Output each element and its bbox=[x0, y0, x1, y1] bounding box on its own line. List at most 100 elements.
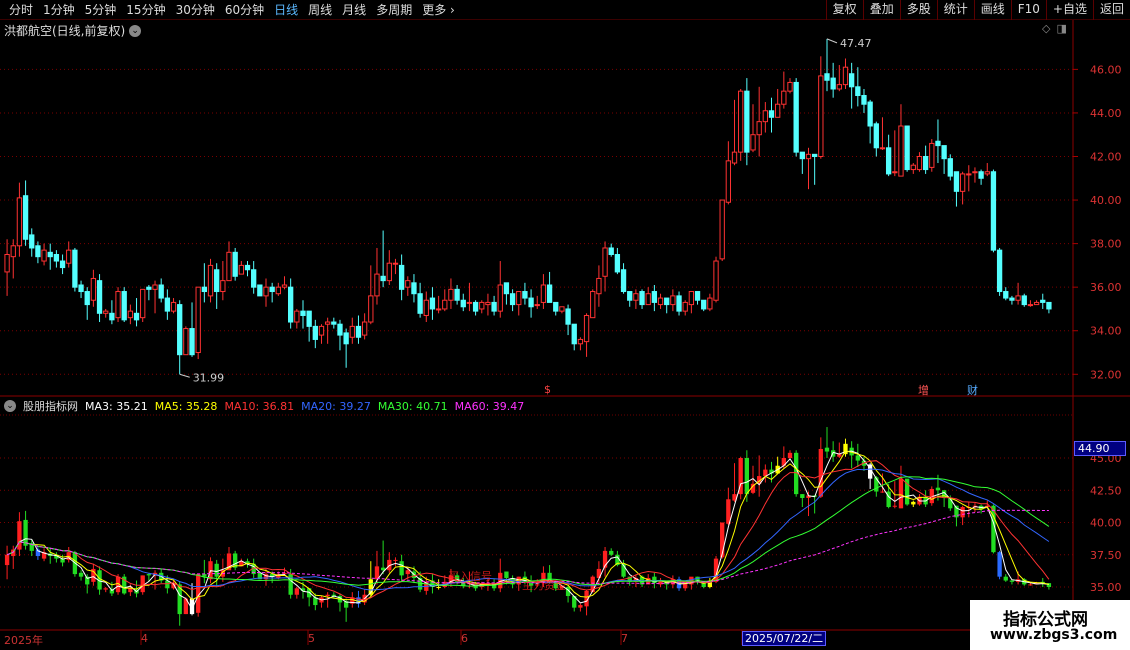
candle-body bbox=[559, 306, 565, 312]
candle-body bbox=[787, 81, 793, 92]
candle-body bbox=[966, 173, 972, 176]
candle-body bbox=[873, 123, 879, 149]
candle-body bbox=[460, 299, 466, 308]
candle-body bbox=[59, 260, 66, 269]
candle-body bbox=[941, 145, 947, 160]
candle-body bbox=[793, 81, 799, 153]
signal-text-1: 买入信号 bbox=[448, 570, 492, 583]
candle-body bbox=[306, 310, 312, 327]
price-tag: 44.90 bbox=[1074, 441, 1126, 456]
candle-body bbox=[836, 84, 842, 90]
ma-legend-1: MA5: 35.28 bbox=[154, 399, 218, 413]
indicator-body bbox=[294, 588, 299, 595]
candle-body bbox=[121, 291, 127, 321]
candle-body bbox=[892, 171, 898, 174]
candle-body bbox=[53, 254, 60, 262]
ma-legend-2: MA10: 36.81 bbox=[224, 399, 295, 413]
watermark-url: www.zbgs3.com bbox=[990, 627, 1118, 643]
candle-body bbox=[959, 173, 966, 192]
candle-body bbox=[177, 304, 183, 356]
candle-body bbox=[380, 275, 386, 282]
ma-legend-4: MA30: 40.71 bbox=[377, 399, 448, 413]
indicator-name: 股朋指标网 bbox=[23, 400, 78, 413]
candle-body bbox=[768, 110, 775, 118]
candle-body bbox=[164, 297, 171, 312]
candle-body bbox=[4, 254, 10, 273]
annotations: 47.47 31.99 bbox=[179, 37, 872, 384]
candle-body bbox=[337, 323, 343, 336]
candle-body bbox=[848, 73, 855, 88]
chevron-down-icon[interactable]: ⌄ bbox=[4, 400, 16, 412]
candle-body bbox=[509, 293, 516, 306]
candle-body bbox=[805, 153, 812, 160]
candle-body bbox=[405, 280, 411, 288]
candle-body bbox=[442, 299, 448, 310]
chart-grid bbox=[0, 20, 1130, 645]
candle-body bbox=[238, 264, 244, 275]
candle-body bbox=[491, 301, 497, 312]
dollar-marker[interactable]: $ bbox=[544, 383, 551, 396]
candle-body bbox=[855, 86, 861, 97]
candle-body bbox=[750, 134, 756, 151]
indicator-tick-label: 42.50 bbox=[1090, 484, 1122, 497]
candle-body bbox=[1003, 291, 1009, 299]
candle-body bbox=[29, 234, 35, 249]
indicator-body bbox=[800, 494, 805, 498]
candle-body bbox=[133, 312, 140, 321]
main-tick-label: 42.00 bbox=[1090, 150, 1122, 163]
zeng-marker[interactable]: 增 bbox=[918, 382, 929, 398]
indicator-body bbox=[103, 588, 108, 590]
candle-body bbox=[103, 310, 109, 314]
candle-body bbox=[978, 171, 984, 179]
candle-body bbox=[1027, 304, 1034, 307]
candle-body bbox=[756, 121, 762, 136]
candle-body bbox=[435, 308, 442, 311]
candle-body bbox=[497, 284, 503, 312]
indicator-body bbox=[744, 458, 750, 495]
candle-body bbox=[343, 332, 349, 345]
candle-body bbox=[885, 147, 892, 175]
candle-body bbox=[922, 155, 929, 171]
indicator-body bbox=[935, 487, 941, 491]
candle-body bbox=[935, 140, 941, 147]
main-tick-label: 36.00 bbox=[1090, 281, 1122, 294]
indicator-body bbox=[898, 478, 904, 509]
candle-body bbox=[639, 291, 645, 306]
candle-body bbox=[201, 286, 208, 293]
ma30-line bbox=[6, 476, 1050, 587]
indicator-body bbox=[214, 563, 219, 577]
main-tick-label: 32.00 bbox=[1090, 368, 1122, 381]
high-label: 47.47 bbox=[840, 37, 872, 50]
indicator-legend: ⌄ 股朋指标网 MA3: 35.21 MA5: 35.28 MA10: 36.81 M… bbox=[4, 398, 524, 414]
candle-body bbox=[251, 269, 257, 288]
indicator-body bbox=[960, 507, 965, 518]
cai-marker[interactable]: 财 bbox=[967, 382, 978, 398]
candle-body bbox=[361, 321, 368, 336]
indicator-body bbox=[146, 574, 152, 576]
indicator-body bbox=[787, 452, 793, 458]
candle-body bbox=[738, 90, 744, 153]
candle-body bbox=[608, 247, 614, 256]
candle-body bbox=[275, 286, 281, 295]
indicator-body bbox=[325, 594, 330, 597]
candle-body bbox=[232, 251, 238, 277]
candle-body bbox=[220, 280, 226, 293]
candle-body bbox=[775, 103, 781, 118]
candle-body bbox=[398, 264, 405, 290]
main-tick-label: 38.00 bbox=[1090, 238, 1122, 251]
indicator-body bbox=[128, 588, 133, 593]
candle-body bbox=[16, 197, 23, 247]
candle-body bbox=[318, 325, 325, 336]
candle-body bbox=[781, 90, 787, 105]
low-label: 31.99 bbox=[193, 371, 225, 384]
candle-body bbox=[818, 75, 824, 157]
candle-body bbox=[522, 291, 528, 299]
candle-body bbox=[189, 328, 195, 356]
candle-body bbox=[72, 249, 78, 288]
kline-chart[interactable]: 46.00 44.00 42.00 40.00 38.00 36.00 34.00 32.00… bbox=[0, 0, 1130, 650]
candle-body bbox=[799, 151, 805, 160]
candle-body bbox=[725, 160, 732, 203]
candle-body bbox=[929, 142, 935, 168]
main-tick-label: 46.00 bbox=[1090, 63, 1122, 76]
indicator-body bbox=[399, 561, 404, 576]
